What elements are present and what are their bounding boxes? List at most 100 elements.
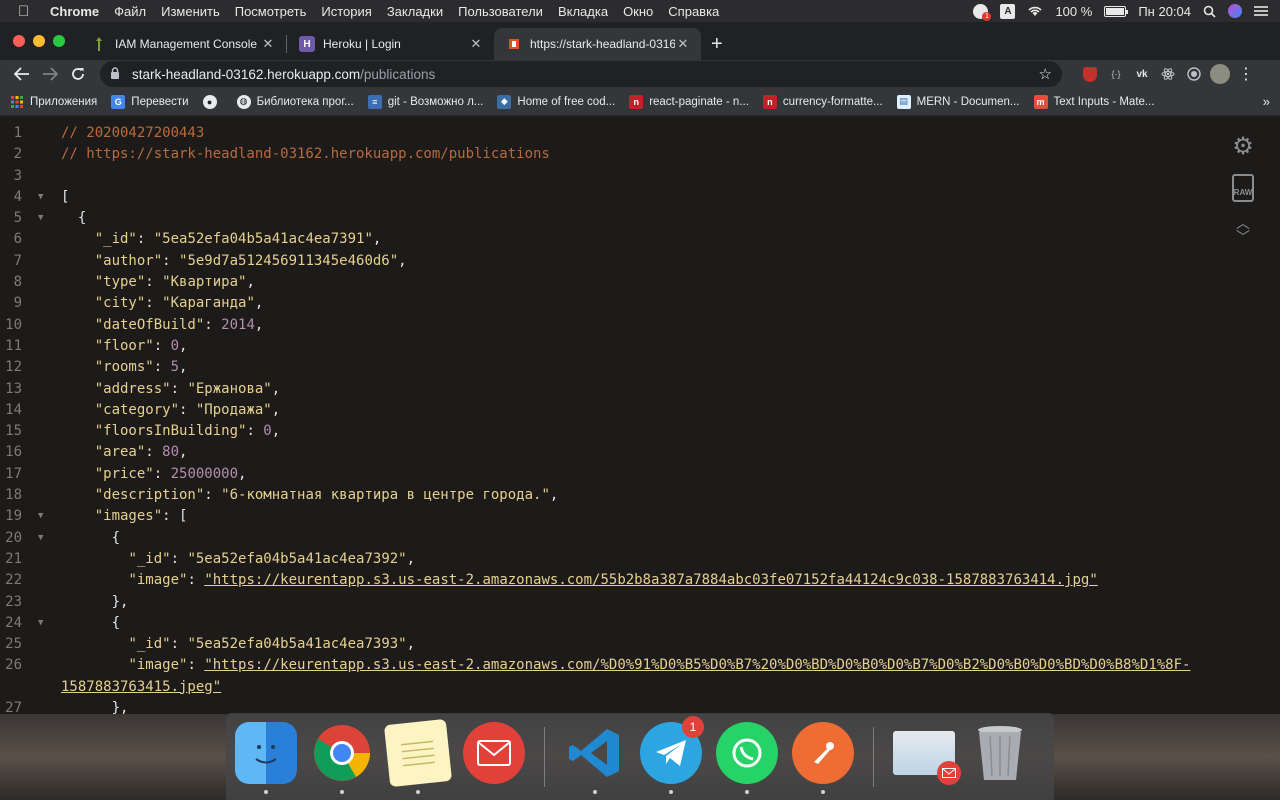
dock-mail[interactable] bbox=[462, 721, 526, 792]
code-line: 7 "author": "5e9d7a512456911345e460d6", bbox=[0, 251, 1280, 272]
fold-toggle-icon[interactable]: ▼ bbox=[38, 528, 43, 549]
new-tab-button[interactable]: + bbox=[701, 28, 733, 60]
address-bar[interactable]: stark-headland-03162.herokuapp.com/publi… bbox=[100, 61, 1062, 87]
materialize-icon: m bbox=[1033, 94, 1048, 109]
stackoverflow-icon: ≡ bbox=[367, 94, 382, 109]
dock-finder[interactable] bbox=[234, 721, 298, 794]
bookmark-mern[interactable]: ▤ MERN - Documen... bbox=[896, 94, 1020, 109]
menu-edit[interactable]: Изменить bbox=[161, 4, 220, 19]
bookmark-text-inputs[interactable]: m Text Inputs - Mate... bbox=[1033, 94, 1155, 109]
lock-icon[interactable] bbox=[110, 66, 124, 82]
bookmarks-overflow-icon[interactable]: » bbox=[1263, 94, 1270, 109]
react-devtools-icon[interactable] bbox=[1160, 66, 1176, 82]
zoom-window-button[interactable] bbox=[53, 35, 65, 47]
chevron-up-icon[interactable]: ︿ bbox=[1236, 216, 1250, 230]
reload-button[interactable] bbox=[64, 60, 92, 88]
tab-publications[interactable]: https://stark-headland-03162.h ✕ bbox=[494, 28, 701, 60]
close-tab-icon[interactable]: ✕ bbox=[260, 36, 276, 52]
record-extension-icon[interactable] bbox=[1186, 66, 1202, 82]
input-source-icon[interactable]: A bbox=[1000, 3, 1016, 19]
menu-window[interactable]: Окно bbox=[623, 4, 653, 19]
battery-percent[interactable]: 100 % bbox=[1055, 4, 1092, 19]
vk-extension-icon[interactable]: vk bbox=[1134, 66, 1150, 82]
chevron-down-icon[interactable]: ﹀ bbox=[1236, 230, 1250, 244]
json-viewer-extension-icon[interactable]: {·} bbox=[1108, 66, 1124, 82]
code-token: { bbox=[61, 210, 87, 227]
close-tab-icon[interactable]: ✕ bbox=[675, 36, 691, 52]
line-number: 26 bbox=[5, 657, 22, 674]
bookmark-star-icon[interactable]: ☆ bbox=[1039, 65, 1052, 83]
dock-telegram[interactable]: 1 bbox=[639, 715, 704, 794]
bookmark-git[interactable]: ≡ git - Возможно л... bbox=[367, 94, 483, 109]
menu-tab[interactable]: Вкладка bbox=[558, 4, 608, 19]
forward-button[interactable] bbox=[36, 60, 64, 88]
bookmark-react-paginate[interactable]: n react-paginate - n... bbox=[629, 94, 749, 109]
bookmark-freecodecamp[interactable]: ◆ Home of free cod... bbox=[497, 94, 615, 109]
raw-view-button[interactable]: RAW bbox=[1232, 174, 1254, 202]
npm-icon: n bbox=[629, 94, 644, 109]
close-window-button[interactable] bbox=[13, 35, 25, 47]
tab-heroku-login[interactable]: H Heroku | Login ✕ bbox=[287, 28, 494, 60]
gear-icon[interactable]: ⚙ bbox=[1230, 134, 1256, 160]
collapse-expand-toggle[interactable]: ︿ ﹀ bbox=[1236, 216, 1250, 244]
line-number: 16 bbox=[5, 444, 22, 461]
notification-center-icon[interactable] bbox=[1254, 5, 1268, 17]
wifi-icon[interactable] bbox=[1027, 5, 1043, 17]
fold-toggle-icon[interactable]: ▼ bbox=[38, 208, 43, 229]
bookmark-currency-formatter[interactable]: n currency-formatte... bbox=[762, 94, 883, 109]
code-text: "city": "Караганда", bbox=[61, 293, 264, 314]
dock-whatsapp[interactable] bbox=[715, 721, 779, 794]
dock-trash[interactable] bbox=[968, 722, 1032, 792]
code-token: 0 bbox=[170, 337, 180, 354]
url-link[interactable]: 1587883763415.jpeg" bbox=[61, 679, 221, 695]
clock[interactable]: Пн 20:04 bbox=[1138, 4, 1191, 19]
bookmark-apps[interactable]: Приложения bbox=[10, 95, 97, 109]
menu-bookmarks[interactable]: Закладки bbox=[387, 4, 443, 19]
menu-people[interactable]: Пользователи bbox=[458, 4, 543, 19]
profile-avatar[interactable] bbox=[1210, 64, 1230, 84]
dock-vscode[interactable] bbox=[563, 722, 627, 794]
menu-app-name[interactable]: Chrome bbox=[50, 4, 99, 19]
code-line: 14 "category": "Продажа", bbox=[0, 400, 1280, 421]
notification-icon[interactable]: 1 bbox=[973, 3, 992, 21]
finder-icon bbox=[235, 721, 297, 784]
fold-toggle-icon[interactable]: ▼ bbox=[38, 187, 43, 208]
battery-icon[interactable] bbox=[1104, 5, 1129, 17]
back-button[interactable] bbox=[8, 60, 36, 88]
siri-icon[interactable] bbox=[1228, 4, 1242, 18]
menu-file[interactable]: Файл bbox=[114, 4, 146, 19]
menu-view[interactable]: Посмотреть bbox=[235, 4, 307, 19]
close-tab-icon[interactable]: ✕ bbox=[468, 36, 484, 52]
line-number: 9 bbox=[13, 295, 22, 312]
dock-postman[interactable] bbox=[791, 721, 855, 794]
bookmark-library[interactable]: ◍ Библиотека прог... bbox=[236, 94, 354, 109]
menu-help[interactable]: Справка bbox=[668, 4, 719, 19]
chrome-menu-icon[interactable]: ⋮ bbox=[1238, 64, 1254, 84]
code-token: 0 bbox=[263, 423, 272, 440]
freecodecamp-icon: ◆ bbox=[497, 94, 512, 109]
bookmark-github[interactable]: ● bbox=[202, 94, 223, 109]
code-text: "_id": "5ea52efa04b5a41ac4ea7392", bbox=[61, 549, 415, 570]
menu-history[interactable]: История bbox=[321, 4, 371, 19]
browser-toolbar: stark-headland-03162.herokuapp.com/publi… bbox=[0, 60, 1280, 88]
apple-icon[interactable]:  bbox=[18, 3, 34, 20]
fold-toggle-icon[interactable]: ▼ bbox=[38, 506, 43, 527]
url-link[interactable]: "https://keurentapp.s3.us-east-2.amazona… bbox=[204, 657, 1190, 673]
dock-notes[interactable] bbox=[383, 718, 453, 794]
minimize-window-button[interactable] bbox=[33, 35, 45, 47]
bookmark-translate[interactable]: G Перевести bbox=[111, 94, 189, 109]
tab-iam-console[interactable]: IAM Management Console ✕ bbox=[79, 28, 286, 60]
dock-minimized-window[interactable] bbox=[892, 722, 961, 792]
url-link[interactable]: "https://keurentapp.s3.us-east-2.amazona… bbox=[204, 572, 1097, 588]
google-translate-icon: G bbox=[111, 94, 126, 109]
dock-chrome[interactable] bbox=[310, 722, 374, 794]
code-line: 18 "description": "6-комнатная квартира … bbox=[0, 485, 1280, 506]
code-line: 23 }, bbox=[0, 592, 1280, 613]
code-line: 21 "_id": "5ea52efa04b5a41ac4ea7392", bbox=[0, 549, 1280, 570]
spotlight-search-icon[interactable] bbox=[1203, 5, 1216, 18]
code-text: "floor": 0, bbox=[61, 336, 188, 357]
ublock-extension-icon[interactable] bbox=[1082, 66, 1098, 82]
fold-toggle-icon[interactable]: ▼ bbox=[38, 613, 43, 634]
